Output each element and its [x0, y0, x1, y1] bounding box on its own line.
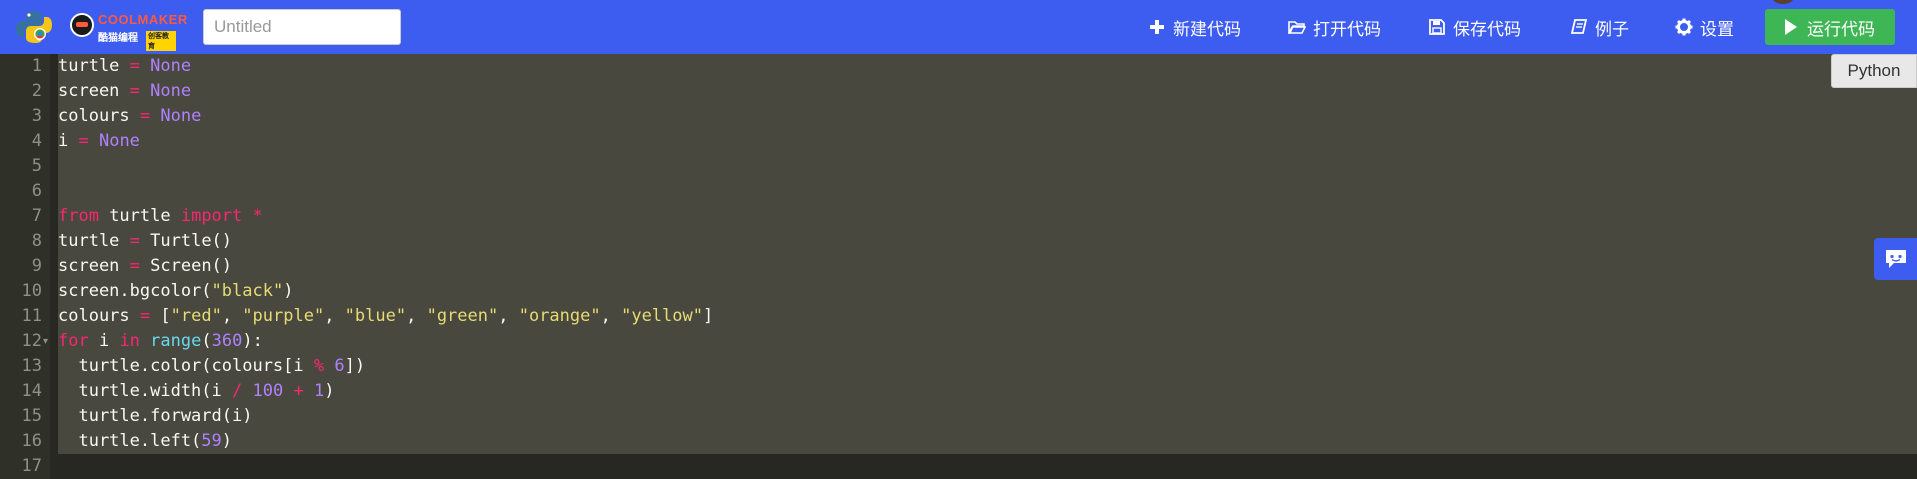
code-editor[interactable]: 1 turtle = None 2 screen = None 3 colours = N…: [0, 54, 1917, 479]
python-logo-icon: [16, 11, 52, 43]
logo-text-tag: 创客教育: [146, 31, 176, 51]
code-text: screen = Screen(): [58, 256, 233, 276]
code-line: 5: [0, 154, 1917, 179]
top-toolbar: COOLMAKER 酷猫编程 创客教育 新建代码 打开代码 保存代码 例子 设置: [0, 0, 1917, 54]
code-line: 9 screen = Screen(): [0, 254, 1917, 279]
code-line: 13 turtle.color(colours[i % 6]): [0, 354, 1917, 379]
code-text: colours = ["red", "purple", "blue", "gre…: [58, 306, 714, 326]
open-code-label: 打开代码: [1313, 19, 1381, 39]
logo-text-sub: 酷猫编程: [98, 33, 138, 44]
line-number: 7: [31, 206, 42, 226]
code-text: turtle = Turtle(): [58, 231, 233, 251]
code-text: screen = None: [58, 81, 192, 101]
line-number: 5: [31, 156, 42, 176]
code-text: from turtle import *: [58, 206, 263, 226]
folder-open-icon: [1287, 18, 1307, 36]
examples-label: 例子: [1595, 19, 1629, 39]
code-line: 16 turtle.left(59): [0, 429, 1917, 454]
logo-text-main: COOLMAKER: [98, 12, 188, 27]
code-line: 17: [0, 454, 1917, 479]
line-number: 11: [21, 306, 42, 326]
new-code-label: 新建代码: [1173, 19, 1241, 39]
language-badge[interactable]: Python: [1831, 54, 1917, 88]
line-number: 2: [31, 81, 42, 101]
code-line: 15 turtle.forward(i): [0, 404, 1917, 429]
line-number: 16: [21, 431, 42, 451]
code-line: 7 from turtle import *: [0, 204, 1917, 229]
play-icon: [1785, 19, 1797, 35]
code-text: turtle.width(i / 100 + 1): [58, 381, 335, 401]
line-number: 3: [31, 106, 42, 126]
fold-toggle-icon[interactable]: ▾: [43, 329, 48, 354]
line-number: 14: [21, 381, 42, 401]
code-line: 10 screen.bgcolor("black"): [0, 279, 1917, 304]
save-code-button[interactable]: 保存代码: [1428, 0, 1521, 54]
code-line: 6: [0, 179, 1917, 204]
code-line: 14 turtle.width(i / 100 + 1): [0, 379, 1917, 404]
code-text: colours = None: [58, 106, 202, 126]
line-number: 4: [31, 131, 42, 151]
code-line: 11 colours = ["red", "purple", "blue", "g…: [0, 304, 1917, 329]
run-code-button[interactable]: 运行代码: [1765, 9, 1895, 45]
gear-icon: [1675, 18, 1693, 36]
save-code-label: 保存代码: [1453, 19, 1521, 39]
code-line: 1 turtle = None: [0, 54, 1917, 79]
code-line: 4 i = None: [0, 129, 1917, 154]
code-text: i = None: [58, 131, 140, 151]
avatar[interactable]: [1772, 0, 1794, 4]
coolmaker-logo: COOLMAKER 酷猫编程 创客教育: [70, 10, 187, 51]
open-code-button[interactable]: 打开代码: [1287, 0, 1381, 54]
code-line: 3 colours = None: [0, 104, 1917, 129]
settings-label: 设置: [1700, 19, 1734, 39]
line-number: 8: [31, 231, 42, 251]
run-code-label: 运行代码: [1807, 19, 1875, 39]
line-number: 12: [21, 331, 42, 351]
code-text: turtle = None: [58, 56, 192, 76]
line-number: 10: [21, 281, 42, 301]
examples-button[interactable]: 例子: [1570, 0, 1629, 54]
feedback-button[interactable]: [1874, 238, 1917, 280]
code-line: 12 ▾ for i in range(360):: [0, 329, 1917, 354]
line-number: 9: [31, 256, 42, 276]
code-text: screen.bgcolor("black"): [58, 281, 294, 301]
code-line: 8 turtle = Turtle(): [0, 229, 1917, 254]
title-input[interactable]: [203, 9, 401, 45]
line-number: 6: [31, 181, 42, 201]
save-icon: [1428, 18, 1446, 36]
settings-button[interactable]: 设置: [1675, 0, 1734, 54]
chat-bubble-icon: [1885, 250, 1906, 268]
book-icon: [1570, 18, 1588, 36]
code-text: turtle.left(59): [58, 431, 233, 451]
line-number: 15: [21, 406, 42, 426]
code-line: 2 screen = None: [0, 79, 1917, 104]
code-text: turtle.color(colours[i % 6]): [58, 356, 366, 376]
plus-icon: [1148, 18, 1166, 36]
coolmaker-mascot-icon: [70, 13, 94, 37]
line-number: 13: [21, 356, 42, 376]
line-number: 17: [21, 456, 42, 476]
code-text: for i in range(360):: [58, 331, 263, 351]
line-number: 1: [31, 56, 42, 76]
new-code-button[interactable]: 新建代码: [1148, 0, 1241, 54]
code-text: turtle.forward(i): [58, 406, 253, 426]
